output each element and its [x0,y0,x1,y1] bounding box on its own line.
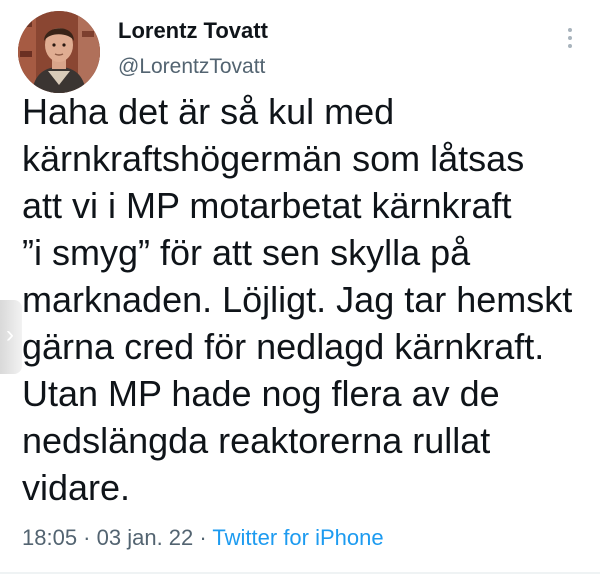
chevron-right-icon[interactable]: › [6,323,14,347]
profile-photo-icon [18,11,100,93]
meta-separator: · [193,525,213,550]
author-name[interactable]: Lorentz Tovatt [118,18,268,44]
tweet-card: › Lorentz Tovatt @LorentzTovatt Haha det… [0,0,600,574]
tweet-time[interactable]: 18:05 [22,525,77,550]
tweet-meta: 18:05 · 03 jan. 22 · Twitter for iPhone [22,525,384,551]
more-vertical-icon[interactable] [562,26,578,52]
tweet-text-line: vidare. [22,467,131,508]
tweet-text: Haha det är så kul med kärnkraftshögermä… [22,88,592,511]
tweet-date[interactable]: 03 jan. 22 [97,525,194,550]
avatar[interactable] [18,11,100,93]
author-handle[interactable]: @LorentzTovatt [118,55,265,79]
tweet-text-line: gärna cred för nedlagd kärnkraft. [22,326,545,367]
tweet-text-line: att vi i MP motarbetat kärnkraft [22,185,512,226]
tweet-text-line: ”i smyg” för att sen skylla på [22,232,471,273]
tweet-text-line: Haha det är så kul med [22,91,395,132]
meta-separator: · [77,525,97,550]
tweet-text-line: nedslängda reaktorerna rullat [22,420,491,461]
tweet-text-line: marknaden. Löjligt. Jag tar hemskt [22,279,573,320]
tweet-source-link[interactable]: Twitter for iPhone [212,525,383,550]
tweet-text-line: kärnkraftshögermän som låtsas [22,138,525,179]
tweet-text-line: Utan MP hade nog flera av de [22,373,500,414]
